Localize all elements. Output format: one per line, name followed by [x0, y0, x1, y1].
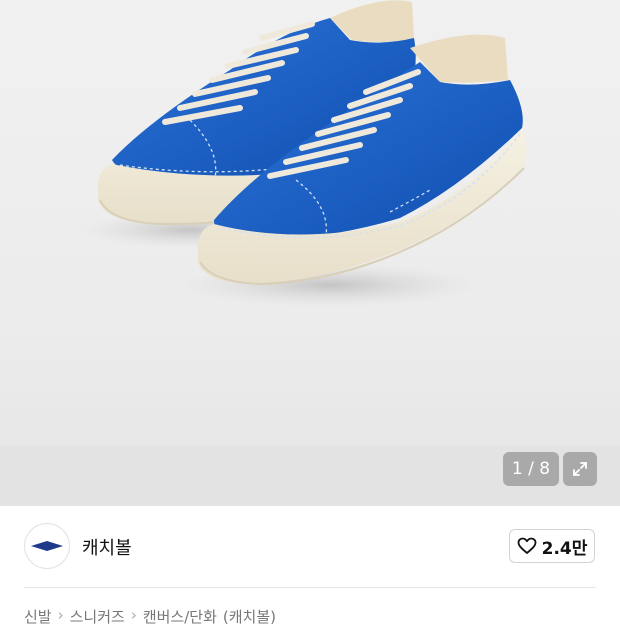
breadcrumb-item[interactable]: 신발 [24, 606, 52, 627]
heart-outline-icon [517, 537, 537, 554]
like-button[interactable]: 2.4만 [509, 529, 595, 563]
brand-logo-mark [31, 541, 63, 551]
breadcrumb-item[interactable]: (캐치볼) [223, 606, 276, 627]
like-count: 2.4만 [541, 538, 588, 559]
breadcrumb-separator: › [130, 606, 137, 624]
product-image[interactable] [0, 0, 620, 446]
image-pager: 1 / 8 [503, 452, 559, 486]
expand-image-button[interactable] [563, 452, 597, 486]
divider [24, 587, 596, 588]
brand-row: 캐치볼 2.4만 [0, 506, 620, 588]
brand-name[interactable]: 캐치볼 [82, 534, 132, 560]
brand-logo[interactable] [24, 523, 70, 569]
breadcrumb: 신발 › 스니커즈 › 캔버스/단화 (캐치볼) [24, 606, 276, 627]
expand-arrows-icon [573, 462, 587, 476]
product-image-gallery[interactable]: 1 / 8 [0, 0, 620, 506]
breadcrumb-separator: › [57, 606, 64, 624]
breadcrumb-item[interactable]: 캔버스/단화 [143, 606, 217, 627]
breadcrumb-item[interactable]: 스니커즈 [70, 606, 125, 627]
